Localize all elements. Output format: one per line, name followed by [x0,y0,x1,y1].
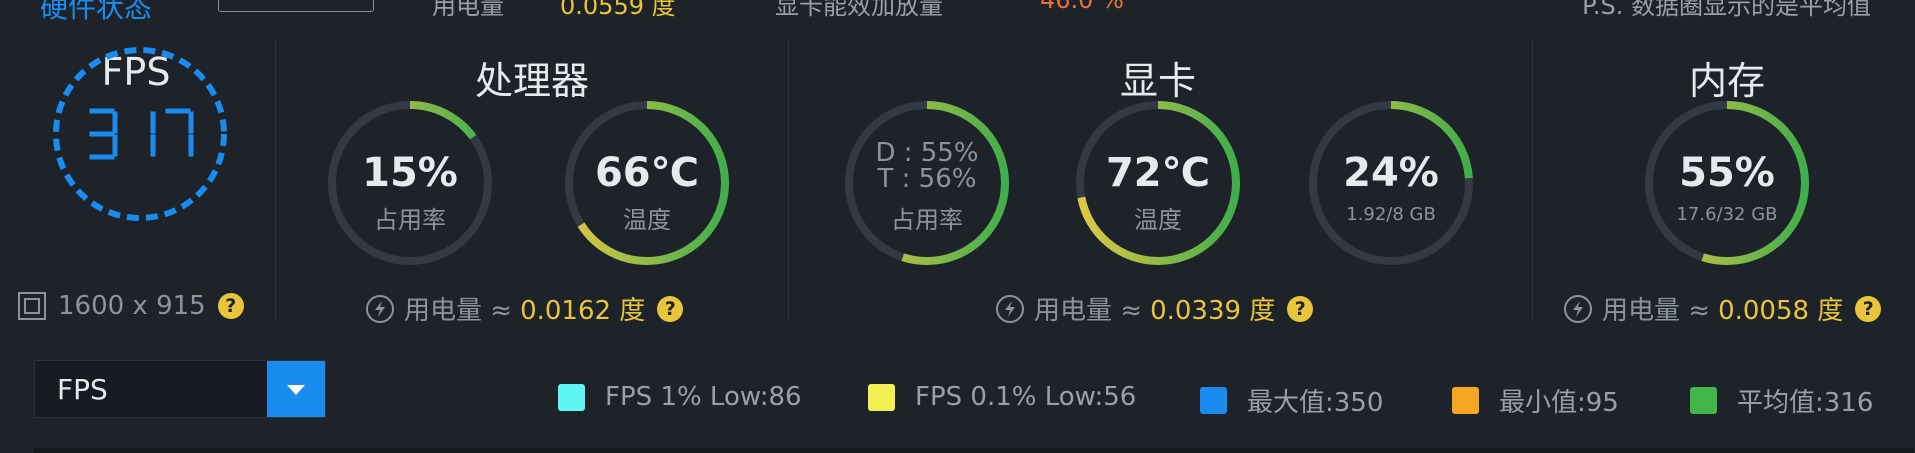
legend-item: FPS 0.1% Low:56 [868,382,1136,412]
cpu-power-value: 0.0162 度 [520,296,646,326]
average-note: P.S. 数据圈显示的是平均值 [1582,0,1871,20]
power-icon [1564,294,1592,323]
gpu-usage-gauge: D : 55% T : 56% 占用率 [842,98,1012,268]
gpu-vram-gauge: 24% 1.92/8 GB [1306,98,1476,268]
cpu-usage-value: 15% [362,150,458,196]
help-icon[interactable]: ? [217,293,244,319]
gpu-power-readout: 用电量 ≈ 0.0339 度 ? [996,290,1314,327]
gpu-power-value: 0.0339 度 [1150,296,1276,326]
legend-swatch [1690,387,1717,414]
chevron-down-icon[interactable] [267,361,325,417]
legend-label: 最小值:95 [1499,388,1619,418]
gpu-title: 显卡 [1119,59,1197,103]
memory-usage-label: 17.6/32 GB [1676,204,1778,225]
gpu-temp-gauge: 72℃ 温度 [1073,98,1243,268]
gpu-usage-t: T : 56% [877,164,977,194]
top-selector-box[interactable] [218,0,374,12]
gpu-vram-value: 24% [1343,150,1439,196]
gpu-power-label: 用电量 ≈ [1034,296,1143,326]
gpu-efficiency-label: 显卡能效加放量 [775,0,943,20]
legend-label: FPS 0.1% Low:56 [915,382,1137,412]
divider [275,40,276,320]
cpu-usage-label: 占用率 [374,206,446,234]
fps-gauge [50,44,230,224]
legend-item: FPS 1% Low:86 [558,382,802,412]
legend-item: 最小值:95 [1452,382,1619,419]
power-icon [996,294,1024,323]
cpu-power-readout: 用电量 ≈ 0.0162 度 ? [366,290,684,327]
legend-label: FPS 1% Low:86 [605,382,802,412]
chart-area-edge [34,448,1914,453]
top-status-bar: 硬件状态 用电量 0.0559 度 显卡能效加放量 46.0 % P.S. 数据… [0,0,1915,24]
cpu-temp-value: 66℃ [594,150,700,196]
cpu-temp-gauge: 66℃ 温度 [562,98,732,268]
help-icon[interactable]: ? [1855,295,1882,322]
divider [1532,40,1533,320]
legend-label: 最大值:350 [1247,388,1384,418]
window-resolution-icon [18,292,46,320]
memory-power-value: 0.0058 度 [1718,296,1844,326]
help-icon[interactable]: ? [1287,295,1314,322]
fps-digits [89,108,194,160]
power-icon [366,294,394,323]
gpu-efficiency-value: 46.0 % [1040,0,1124,14]
memory-power-label: 用电量 ≈ [1602,296,1711,326]
hardware-status-title: 硬件状态 [40,0,153,24]
legend-swatch [1200,387,1227,414]
gpu-temp-value: 72℃ [1105,150,1211,196]
metric-select-value: FPS [57,373,108,406]
memory-power-readout: 用电量 ≈ 0.0058 度 ? [1564,290,1882,327]
help-icon[interactable]: ? [657,295,684,322]
legend-swatch [868,383,895,411]
gpu-usage-label: 占用率 [891,206,963,234]
memory-title: 内存 [1688,59,1766,103]
legend-swatch [558,383,585,411]
memory-usage-gauge: 55% 17.6/32 GB [1642,98,1812,268]
cpu-title: 处理器 [474,59,590,103]
cpu-temp-label: 温度 [623,206,671,234]
resolution-value: 1600 x 915 [58,291,206,321]
total-power-value: 0.0559 度 [560,0,676,20]
gpu-vram-label: 1.92/8 GB [1346,204,1436,225]
gpu-temp-label: 温度 [1134,206,1182,234]
legend-swatch [1452,387,1479,414]
cpu-power-label: 用电量 ≈ [404,296,513,326]
cpu-usage-gauge: 15% 占用率 [325,98,495,268]
divider [788,40,789,320]
resolution-readout: 1600 x 915 ? [18,291,244,321]
legend-label: 平均值:316 [1737,388,1874,418]
total-power-label: 用电量 [432,0,504,20]
metric-select[interactable]: FPS [34,360,326,418]
memory-usage-value: 55% [1679,150,1775,196]
legend-item: 平均值:316 [1690,382,1873,419]
legend-item: 最大值:350 [1200,382,1383,419]
